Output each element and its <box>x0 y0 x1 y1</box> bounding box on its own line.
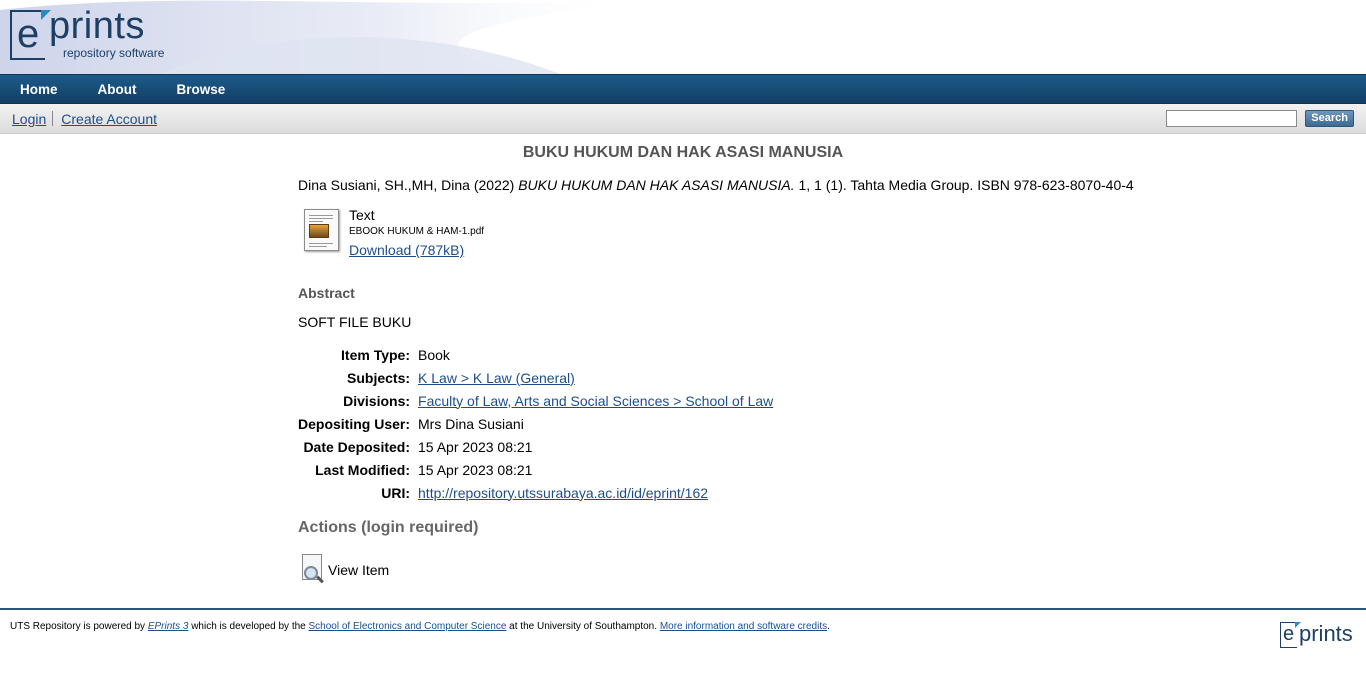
logo-wordmark: prints <box>49 5 145 47</box>
details-value-cell: http://repository.utssurabaya.ac.id/id/e… <box>418 481 773 504</box>
item-details-table: Item Type: Book Subjects: K Law > K Law (Ge… <box>298 343 773 504</box>
details-row: Depositing User: Mrs Dina Susiani <box>298 412 773 435</box>
item-summary: BUKU HUKUM DAN HAK ASASI MANUSIA Dina Su… <box>0 134 1366 606</box>
details-value: Mrs Dina Susiani <box>418 415 524 432</box>
details-key: Subjects: <box>347 369 411 386</box>
details-value: Book <box>418 346 450 363</box>
document-filename: EBOOK HUKUM & HAM-1.pdf <box>349 226 485 237</box>
nav-home[interactable]: Home <box>20 82 58 97</box>
details-row: Last Modified: 15 Apr 2023 08:21 <box>298 458 773 481</box>
details-key: Last Modified: <box>315 461 411 478</box>
view-item-label[interactable]: View Item <box>328 562 389 578</box>
details-value: 15 Apr 2023 08:21 <box>418 438 533 455</box>
details-value-cell: Mrs Dina Susiani <box>418 412 773 435</box>
eprints-logo[interactable]: e prints repository software <box>10 5 165 60</box>
search-button[interactable]: Search <box>1305 110 1354 127</box>
details-value-link[interactable]: K Law > K Law (General) <box>418 370 575 386</box>
login-link[interactable]: Login <box>12 111 46 127</box>
page-title: BUKU HUKUM DAN HAK ASASI MANUSIA <box>522 144 844 161</box>
citation: Dina Susiani, SH.,MH, Dina (2022) BUKU H… <box>298 177 1134 193</box>
login-separator <box>52 111 54 126</box>
site-header: e prints repository software <box>0 0 1366 74</box>
view-item-magnifier-icon[interactable] <box>300 554 326 586</box>
details-row: Date Deposited: 15 Apr 2023 08:21 <box>298 435 773 458</box>
details-key: Depositing User: <box>298 415 411 432</box>
details-value-cell: Book <box>418 343 773 366</box>
logo-corner <box>41 10 51 20</box>
footer-text-2: which is developed by the <box>188 621 309 632</box>
details-value-cell: 15 Apr 2023 08:21 <box>418 435 773 458</box>
details-row: URI: http://repository.utssurabaya.ac.id/… <box>298 481 773 504</box>
logo-tagline: repository software <box>63 46 165 60</box>
logo-e-box: e <box>10 10 51 60</box>
eprints-link[interactable]: EPrints 3 <box>148 621 189 632</box>
footer-logo-wordmark: prints <box>1299 621 1353 646</box>
citation-title: BUKU HUKUM DAN HAK ASASI MANUSIA. <box>518 177 795 193</box>
details-value-link[interactable]: Faculty of Law, Arts and Social Sciences… <box>418 393 773 409</box>
details-row: Subjects: K Law > K Law (General) <box>298 366 773 389</box>
details-value-link[interactable]: http://repository.utssurabaya.ac.id/id/e… <box>418 485 708 501</box>
footer-text-1: UTS Repository is powered by <box>10 621 148 632</box>
details-key: Divisions: <box>343 392 411 409</box>
nav-about[interactable]: About <box>98 82 137 97</box>
site-footer: UTS Repository is powered by EPrints 3 w… <box>0 608 1366 680</box>
pdf-document-icon[interactable] <box>303 207 341 253</box>
search-input[interactable] <box>1166 110 1298 127</box>
details-key: Date Deposited: <box>303 438 411 455</box>
details-key: URI: <box>381 484 411 501</box>
footer-credits: UTS Repository is powered by EPrints 3 w… <box>10 621 830 632</box>
details-row: Divisions: Faculty of Law, Arts and Socia… <box>298 389 773 412</box>
download-link[interactable]: Download (787kB) <box>349 242 464 258</box>
details-key: Item Type: <box>341 346 411 363</box>
actions-heading: Actions (login required) <box>298 519 479 536</box>
footer-text-3: at the University of Southampton. <box>506 621 660 632</box>
view-item-action[interactable]: View Item <box>300 554 389 586</box>
document-format: Text <box>349 207 375 223</box>
details-value: 15 Apr 2023 08:21 <box>418 461 533 478</box>
document-entry: Text EBOOK HUKUM & HAM-1.pdf Download (7… <box>303 207 484 259</box>
school-link[interactable]: School of Electronics and Computer Scien… <box>309 621 507 632</box>
citation-authors: Dina Susiani, SH.,MH, Dina (2022) <box>298 177 515 193</box>
details-row: Item Type: Book <box>298 343 773 366</box>
details-value-cell: 15 Apr 2023 08:21 <box>418 458 773 481</box>
footer-eprints-logo[interactable]: e prints <box>1280 622 1353 648</box>
create-account-link[interactable]: Create Account <box>61 111 157 127</box>
citation-details: 1, 1 (1). Tahta Media Group. ISBN 978-62… <box>798 177 1134 193</box>
login-bar: Login Create Account Search <box>0 104 1366 134</box>
abstract-heading: Abstract <box>298 285 355 301</box>
main-nav: Home About Browse <box>0 74 1366 104</box>
search-form: Search <box>1166 110 1354 127</box>
footer-logo-e: e <box>1283 623 1295 645</box>
logo-e: e <box>17 12 40 56</box>
details-value-cell: Faculty of Law, Arts and Social Sciences… <box>418 389 773 412</box>
nav-browse[interactable]: Browse <box>177 82 226 97</box>
abstract-text: SOFT FILE BUKU <box>298 314 412 330</box>
details-value-cell: K Law > K Law (General) <box>418 366 773 389</box>
footer-text-4: . <box>827 621 830 632</box>
credits-link[interactable]: More information and software credits <box>660 621 827 632</box>
